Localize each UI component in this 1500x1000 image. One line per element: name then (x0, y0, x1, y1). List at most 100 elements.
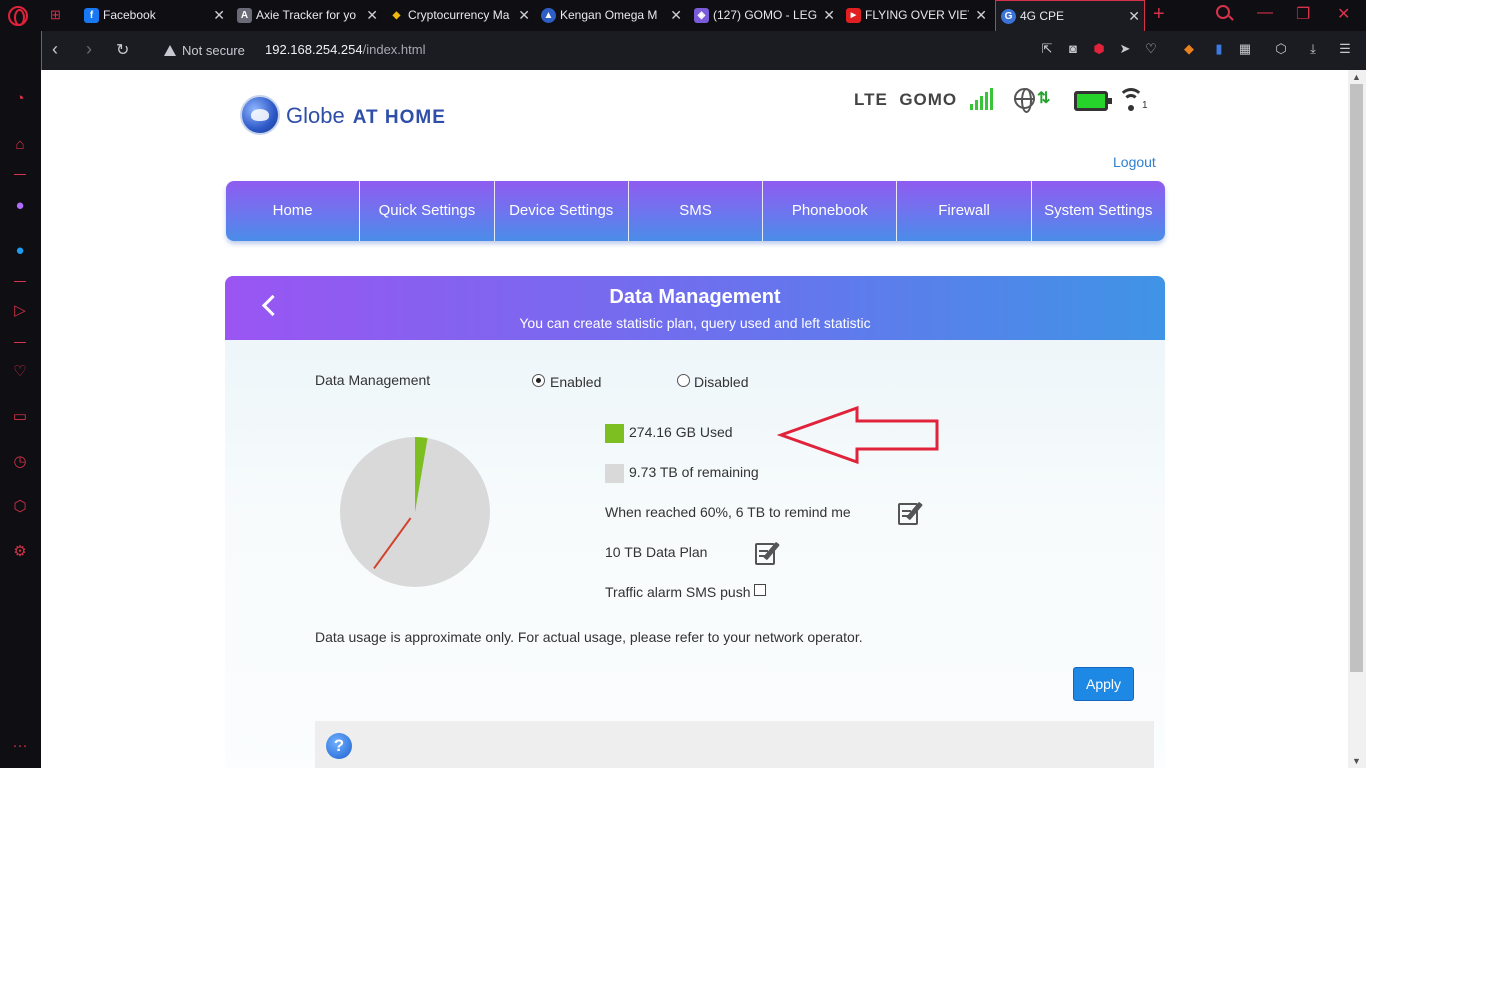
new-tab-plus-icon[interactable]: + (1153, 3, 1165, 26)
screenshot: ⊞ f Facebook ✕ A Axie Tracker for yo ✕ ◆… (0, 0, 1366, 768)
more-icon[interactable]: ··· (11, 737, 29, 755)
tab-gomo[interactable]: ◈ (127) GOMO - LEG ✕ (689, 0, 839, 31)
gomo-icon: ◈ (694, 8, 709, 23)
internet-globe-icon (1014, 88, 1035, 113)
network-status: LTE GOMO (854, 90, 957, 110)
warning-icon (164, 45, 176, 56)
close-icon[interactable]: ✕ (975, 0, 987, 31)
logout-link[interactable]: Logout (1113, 154, 1156, 170)
page-scrollbar[interactable]: ▲ ▼ (1348, 70, 1366, 768)
download-icon[interactable]: ⤓ (1306, 42, 1320, 56)
close-icon[interactable]: ✕ (823, 0, 835, 31)
annotation-arrow-shape (777, 405, 939, 465)
annotation-arrow (777, 405, 939, 465)
panel-subtitle: You can create statistic plan, query use… (519, 315, 871, 331)
panel-title: Data Management (609, 286, 781, 308)
usage-disclaimer: Data usage is approximate only. For actu… (315, 629, 863, 645)
scrollbar-thumb[interactable] (1350, 84, 1363, 672)
nav-device-settings[interactable]: Device Settings (495, 181, 629, 241)
network-type: LTE (854, 90, 888, 109)
extension-icon[interactable]: ▦ (1238, 42, 1252, 56)
url-host: 192.168.254.254 (265, 42, 363, 57)
remaining-legend-swatch (605, 464, 624, 483)
tab-label: Kengan Omega M (560, 8, 658, 22)
brand-logo: Globe AT HOME (286, 103, 446, 129)
heart-icon[interactable]: ♡ (1144, 42, 1158, 56)
binance-icon: ◆ (392, 10, 401, 21)
carrier-name: GOMO (899, 90, 958, 109)
nav-firewall[interactable]: Firewall (897, 181, 1032, 241)
restore-icon[interactable]: ❐ (1296, 4, 1310, 24)
enabled-label[interactable]: Enabled (550, 374, 601, 390)
messenger-icon[interactable]: ● (11, 197, 29, 215)
nav-home[interactable]: Home (226, 181, 361, 241)
sms-push-checkbox[interactable] (754, 584, 766, 596)
opera-logo-icon[interactable] (8, 6, 28, 26)
tabs-icon[interactable]: ▭ (11, 408, 29, 426)
battery-icon (1074, 91, 1112, 111)
tab-cryptocurrency[interactable]: ◆ Cryptocurrency Ma ✕ (384, 0, 534, 31)
nav-quick-settings[interactable]: Quick Settings (360, 181, 495, 241)
minimize-icon[interactable]: — (1257, 4, 1273, 22)
enabled-radio[interactable] (532, 374, 545, 387)
address-toolbar: ‹ › ↻ Not secure 192.168.254.254/index.h… (41, 31, 1366, 70)
send-icon[interactable]: ➤ (1118, 42, 1132, 56)
reload-icon[interactable]: ↻ (116, 40, 129, 60)
twitter-icon[interactable]: ● (11, 242, 29, 260)
close-icon[interactable]: ✕ (1128, 1, 1140, 31)
gamepad-icon[interactable]: ⊞ (50, 8, 66, 22)
tab-search-icon[interactable] (1216, 5, 1230, 19)
bookmarks-heart-icon[interactable]: ♡ (11, 363, 29, 381)
cube-icon[interactable]: ⬡ (1274, 42, 1288, 56)
close-icon[interactable]: ✕ (366, 0, 378, 31)
tab-facebook[interactable]: f Facebook ✕ (79, 0, 229, 31)
signal-bars-icon (970, 88, 996, 110)
panel-header: Data Management You can create statistic… (225, 276, 1165, 340)
tab-kengan-omega[interactable]: ▲ Kengan Omega M ✕ (536, 0, 686, 31)
remaining-amount: 9.73 TB of remaining (629, 464, 759, 480)
wifi-client-count: 1 (1142, 100, 1148, 111)
security-indicator[interactable]: Not secure (164, 43, 245, 58)
apply-button[interactable]: Apply (1073, 667, 1134, 701)
tab-flying-over[interactable]: ▶ FLYING OVER VIET ✕ (841, 0, 991, 31)
tab-label: Axie Tracker for yo (256, 8, 357, 22)
close-icon[interactable]: ✕ (518, 0, 530, 31)
tab-label: (127) GOMO - LEG (713, 8, 817, 22)
adblock-shield-icon[interactable]: ⬢ (1092, 42, 1106, 56)
globe-logo-icon (240, 95, 280, 135)
window-close-icon[interactable]: ✕ (1337, 4, 1350, 24)
close-icon[interactable]: ✕ (213, 0, 225, 31)
camera-icon[interactable]: ◙ (1066, 42, 1080, 56)
disabled-label[interactable]: Disabled (694, 374, 748, 390)
extensions-cube-icon[interactable]: ⬡ (11, 498, 29, 516)
disabled-radio[interactable] (677, 374, 690, 387)
menu-icon[interactable]: ☰ (1338, 42, 1352, 56)
tab-axie-tracker[interactable]: A Axie Tracker for yo ✕ (232, 0, 382, 31)
nav-system-settings[interactable]: System Settings (1032, 181, 1165, 241)
edit-plan-icon[interactable] (755, 540, 783, 566)
used-legend-swatch (605, 424, 624, 443)
settings-gear-icon[interactable]: ⚙ (11, 543, 29, 561)
url-field[interactable]: 192.168.254.254/index.html (265, 42, 425, 57)
data-management-label: Data Management (315, 372, 431, 388)
player-icon[interactable]: ▷ (11, 302, 29, 320)
scroll-down-icon[interactable]: ▼ (1352, 756, 1361, 766)
back-icon[interactable]: ‹ (52, 39, 58, 60)
scroll-up-icon[interactable]: ▲ (1352, 72, 1361, 82)
tab-strip: ⊞ f Facebook ✕ A Axie Tracker for yo ✕ ◆… (0, 0, 1366, 31)
help-icon[interactable]: ? (326, 733, 352, 759)
tab-label: Facebook (103, 8, 156, 22)
history-clock-icon[interactable]: ◷ (11, 453, 29, 471)
edit-reminder-icon[interactable] (898, 500, 926, 526)
nav-sms[interactable]: SMS (629, 181, 764, 241)
tab-4g-cpe[interactable]: G 4G CPE ✕ (995, 0, 1145, 31)
metamask-extension-icon[interactable]: ◆ (1182, 42, 1196, 56)
forward-icon[interactable]: › (86, 39, 92, 60)
nav-phonebook[interactable]: Phonebook (763, 181, 898, 241)
data-transfer-icon: ⇅ (1037, 90, 1051, 107)
bitwarden-extension-icon[interactable]: ▮ (1212, 42, 1226, 56)
close-icon[interactable]: ✕ (670, 0, 682, 31)
speed-dial-icon[interactable]: ◔ (11, 90, 29, 108)
share-icon[interactable]: ⇱ (1040, 42, 1054, 56)
shopping-bag-icon[interactable]: ⌂ (11, 136, 29, 154)
